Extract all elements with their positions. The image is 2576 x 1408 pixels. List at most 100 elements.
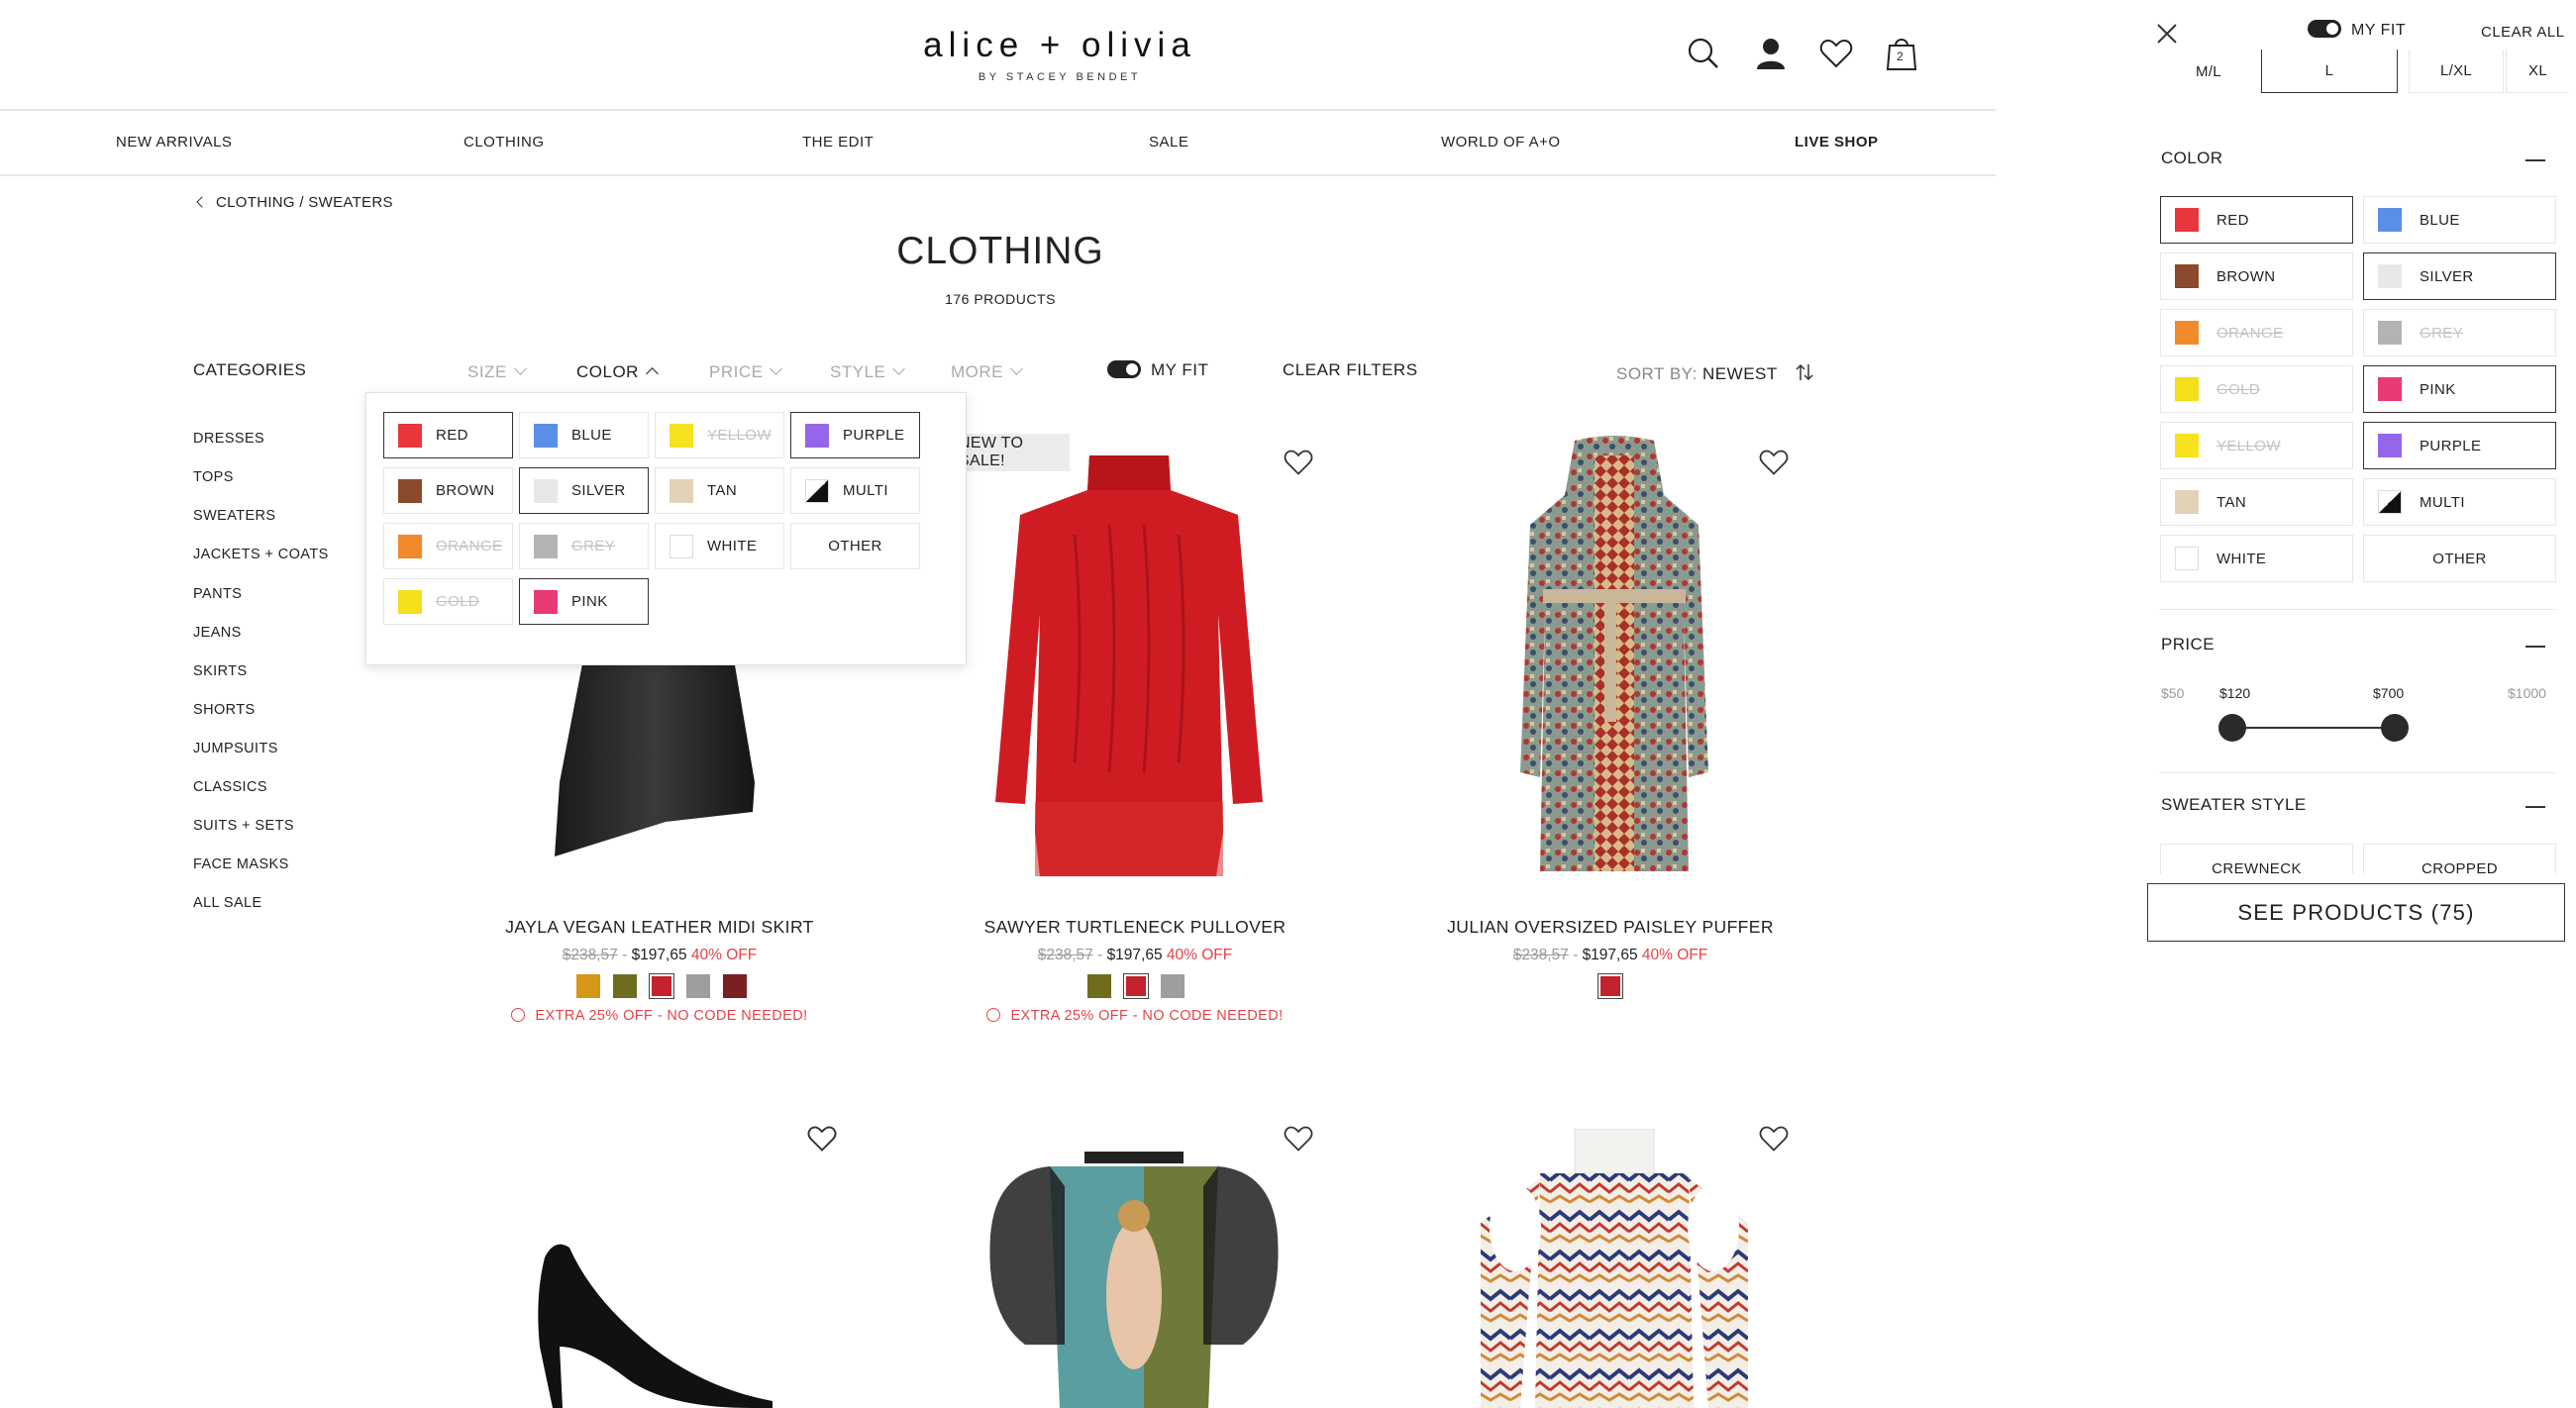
color-option-other[interactable]: OTHER <box>2363 535 2556 582</box>
nav-live-shop[interactable]: LIVE SHOP <box>1795 134 1879 151</box>
color-option-multi[interactable]: MULTI <box>2363 478 2556 526</box>
color-option-blue[interactable]: BLUE <box>2363 196 2556 244</box>
category-suits-sets[interactable]: SUITS + SETS <box>193 818 294 834</box>
filter-style[interactable]: STYLE <box>830 362 906 382</box>
product-image-pump[interactable] <box>515 1238 773 1408</box>
nav-clothing[interactable]: CLOTHING <box>464 134 545 151</box>
category-sweaters[interactable]: SWEATERS <box>193 508 276 524</box>
category-dresses[interactable]: DRESSES <box>193 431 264 447</box>
color-section-heading[interactable]: COLOR <box>2161 149 2222 168</box>
style-option-crewneck[interactable]: CREWNECK <box>2160 844 2353 873</box>
collapse-icon[interactable] <box>2525 806 2545 808</box>
nav-the-edit[interactable]: THE EDIT <box>802 134 874 151</box>
color-option-pink[interactable]: PINK <box>2363 365 2556 413</box>
color-option-yellow[interactable]: YELLOW <box>2160 422 2353 469</box>
color-option-grey[interactable]: GREY <box>519 523 649 569</box>
product-name[interactable]: JULIAN OVERSIZED PAISLEY PUFFER <box>1402 917 1818 938</box>
product-color-swatch[interactable] <box>649 973 674 999</box>
color-option-other[interactable]: OTHER <box>790 523 920 569</box>
color-option-gold[interactable]: GOLD <box>2160 365 2353 413</box>
sort-dropdown[interactable]: SORT BY: NEWEST <box>1616 362 1814 384</box>
price-slider-track[interactable] <box>2231 727 2395 729</box>
category-all-sale[interactable]: ALL SALE <box>193 895 262 911</box>
price-slider-min-handle[interactable] <box>2218 714 2246 742</box>
category-classics[interactable]: CLASSICS <box>193 779 267 795</box>
product-color-swatch[interactable] <box>1161 974 1185 998</box>
color-option-silver[interactable]: SILVER <box>2363 252 2556 300</box>
category-face-masks[interactable]: FACE MASKS <box>193 856 289 872</box>
color-option-yellow[interactable]: YELLOW <box>655 412 784 458</box>
category-jeans[interactable]: JEANS <box>193 625 242 641</box>
color-option-red[interactable]: RED <box>2160 196 2353 244</box>
color-option-tan[interactable]: TAN <box>655 467 784 514</box>
wishlist-heart-icon[interactable] <box>1284 1125 1313 1153</box>
color-option-brown[interactable]: BROWN <box>383 467 513 514</box>
category-skirts[interactable]: SKIRTS <box>193 663 248 679</box>
product-image-printed-top[interactable] <box>985 1147 1283 1408</box>
filter-more[interactable]: MORE <box>951 362 1023 382</box>
product-color-swatch[interactable] <box>686 974 710 998</box>
color-option-multi[interactable]: MULTI <box>790 467 920 514</box>
product-color-swatch[interactable] <box>1087 974 1111 998</box>
wishlist-icon[interactable] <box>1816 34 1856 73</box>
sweater-style-heading[interactable]: SWEATER STYLE <box>2161 795 2307 815</box>
color-option-purple[interactable]: PURPLE <box>2363 422 2556 469</box>
wishlist-heart-icon[interactable] <box>1759 1125 1789 1153</box>
size-option-l[interactable]: L <box>2261 50 2398 93</box>
color-option-purple[interactable]: PURPLE <box>790 412 920 458</box>
nav-world-of-ao[interactable]: WORLD OF A+O <box>1441 134 1561 151</box>
color-option-gold[interactable]: GOLD <box>383 578 513 625</box>
see-products-button[interactable]: SEE PRODUCTS (75) <box>2147 883 2565 942</box>
color-option-white[interactable]: WHITE <box>2160 535 2353 582</box>
product-color-swatch[interactable] <box>1597 973 1623 999</box>
size-option-lxl[interactable]: L/XL <box>2409 50 2504 93</box>
category-jumpsuits[interactable]: JUMPSUITS <box>193 741 278 756</box>
price-slider-max-handle[interactable] <box>2381 714 2409 742</box>
clear-all-button[interactable]: CLEAR ALL <box>2481 24 2565 41</box>
wishlist-heart-icon[interactable] <box>807 1125 837 1153</box>
wishlist-heart-icon[interactable] <box>1284 449 1313 476</box>
category-shorts[interactable]: SHORTS <box>193 702 256 718</box>
filter-price[interactable]: PRICE <box>709 362 783 382</box>
product-color-swatch[interactable] <box>1123 973 1149 999</box>
myfit-toggle[interactable]: MY FIT <box>1107 360 1208 380</box>
color-option-orange[interactable]: ORANGE <box>2160 309 2353 356</box>
product-name[interactable]: SAWYER TURTLENECK PULLOVER <box>927 917 1343 938</box>
style-option-cropped[interactable]: CROPPED <box>2363 844 2556 873</box>
color-option-white[interactable]: WHITE <box>655 523 784 569</box>
color-option-tan[interactable]: TAN <box>2160 478 2353 526</box>
breadcrumb[interactable]: CLOTHING / SWEATERS <box>196 194 393 211</box>
product-image-skirt[interactable] <box>436 654 881 881</box>
color-option-red[interactable]: RED <box>383 412 513 458</box>
brand-logo[interactable]: alice + olivia BY STACEY BENDET <box>872 26 1248 83</box>
cart-icon[interactable]: 2 <box>1882 34 1921 73</box>
color-option-blue[interactable]: BLUE <box>519 412 649 458</box>
color-option-silver[interactable]: SILVER <box>519 467 649 514</box>
product-color-swatch[interactable] <box>613 974 637 998</box>
color-option-pink[interactable]: PINK <box>519 578 649 625</box>
product-color-swatch[interactable] <box>576 974 600 998</box>
filter-size[interactable]: SIZE <box>467 362 527 382</box>
color-option-orange[interactable]: ORANGE <box>383 523 513 569</box>
account-icon[interactable] <box>1751 34 1791 73</box>
product-image-puffer[interactable] <box>1505 436 1723 881</box>
price-section-heading[interactable]: PRICE <box>2161 635 2215 654</box>
search-icon[interactable] <box>1684 34 1723 73</box>
filter-color[interactable]: COLOR <box>576 362 659 382</box>
product-image-sweater[interactable] <box>980 446 1278 881</box>
color-option-grey[interactable]: GREY <box>2363 309 2556 356</box>
wishlist-heart-icon[interactable] <box>1759 449 1789 476</box>
nav-sale[interactable]: SALE <box>1149 134 1188 151</box>
product-image-fairisle-sweater[interactable] <box>1471 1129 1758 1408</box>
nav-new-arrivals[interactable]: NEW ARRIVALS <box>116 134 232 151</box>
product-color-swatch[interactable] <box>723 974 747 998</box>
size-option-ml[interactable]: M/L <box>2159 50 2258 93</box>
category-pants[interactable]: PANTS <box>193 586 242 602</box>
color-option-brown[interactable]: BROWN <box>2160 252 2353 300</box>
category-jackets-coats[interactable]: JACKETS + COATS <box>193 547 329 562</box>
size-option-xl[interactable]: XL <box>2506 50 2569 93</box>
panel-myfit-toggle[interactable]: MY FIT <box>2308 20 2406 40</box>
collapse-icon[interactable] <box>2525 646 2545 648</box>
product-name[interactable]: JAYLA VEGAN LEATHER MIDI SKIRT <box>452 917 868 938</box>
category-tops[interactable]: TOPS <box>193 469 234 485</box>
